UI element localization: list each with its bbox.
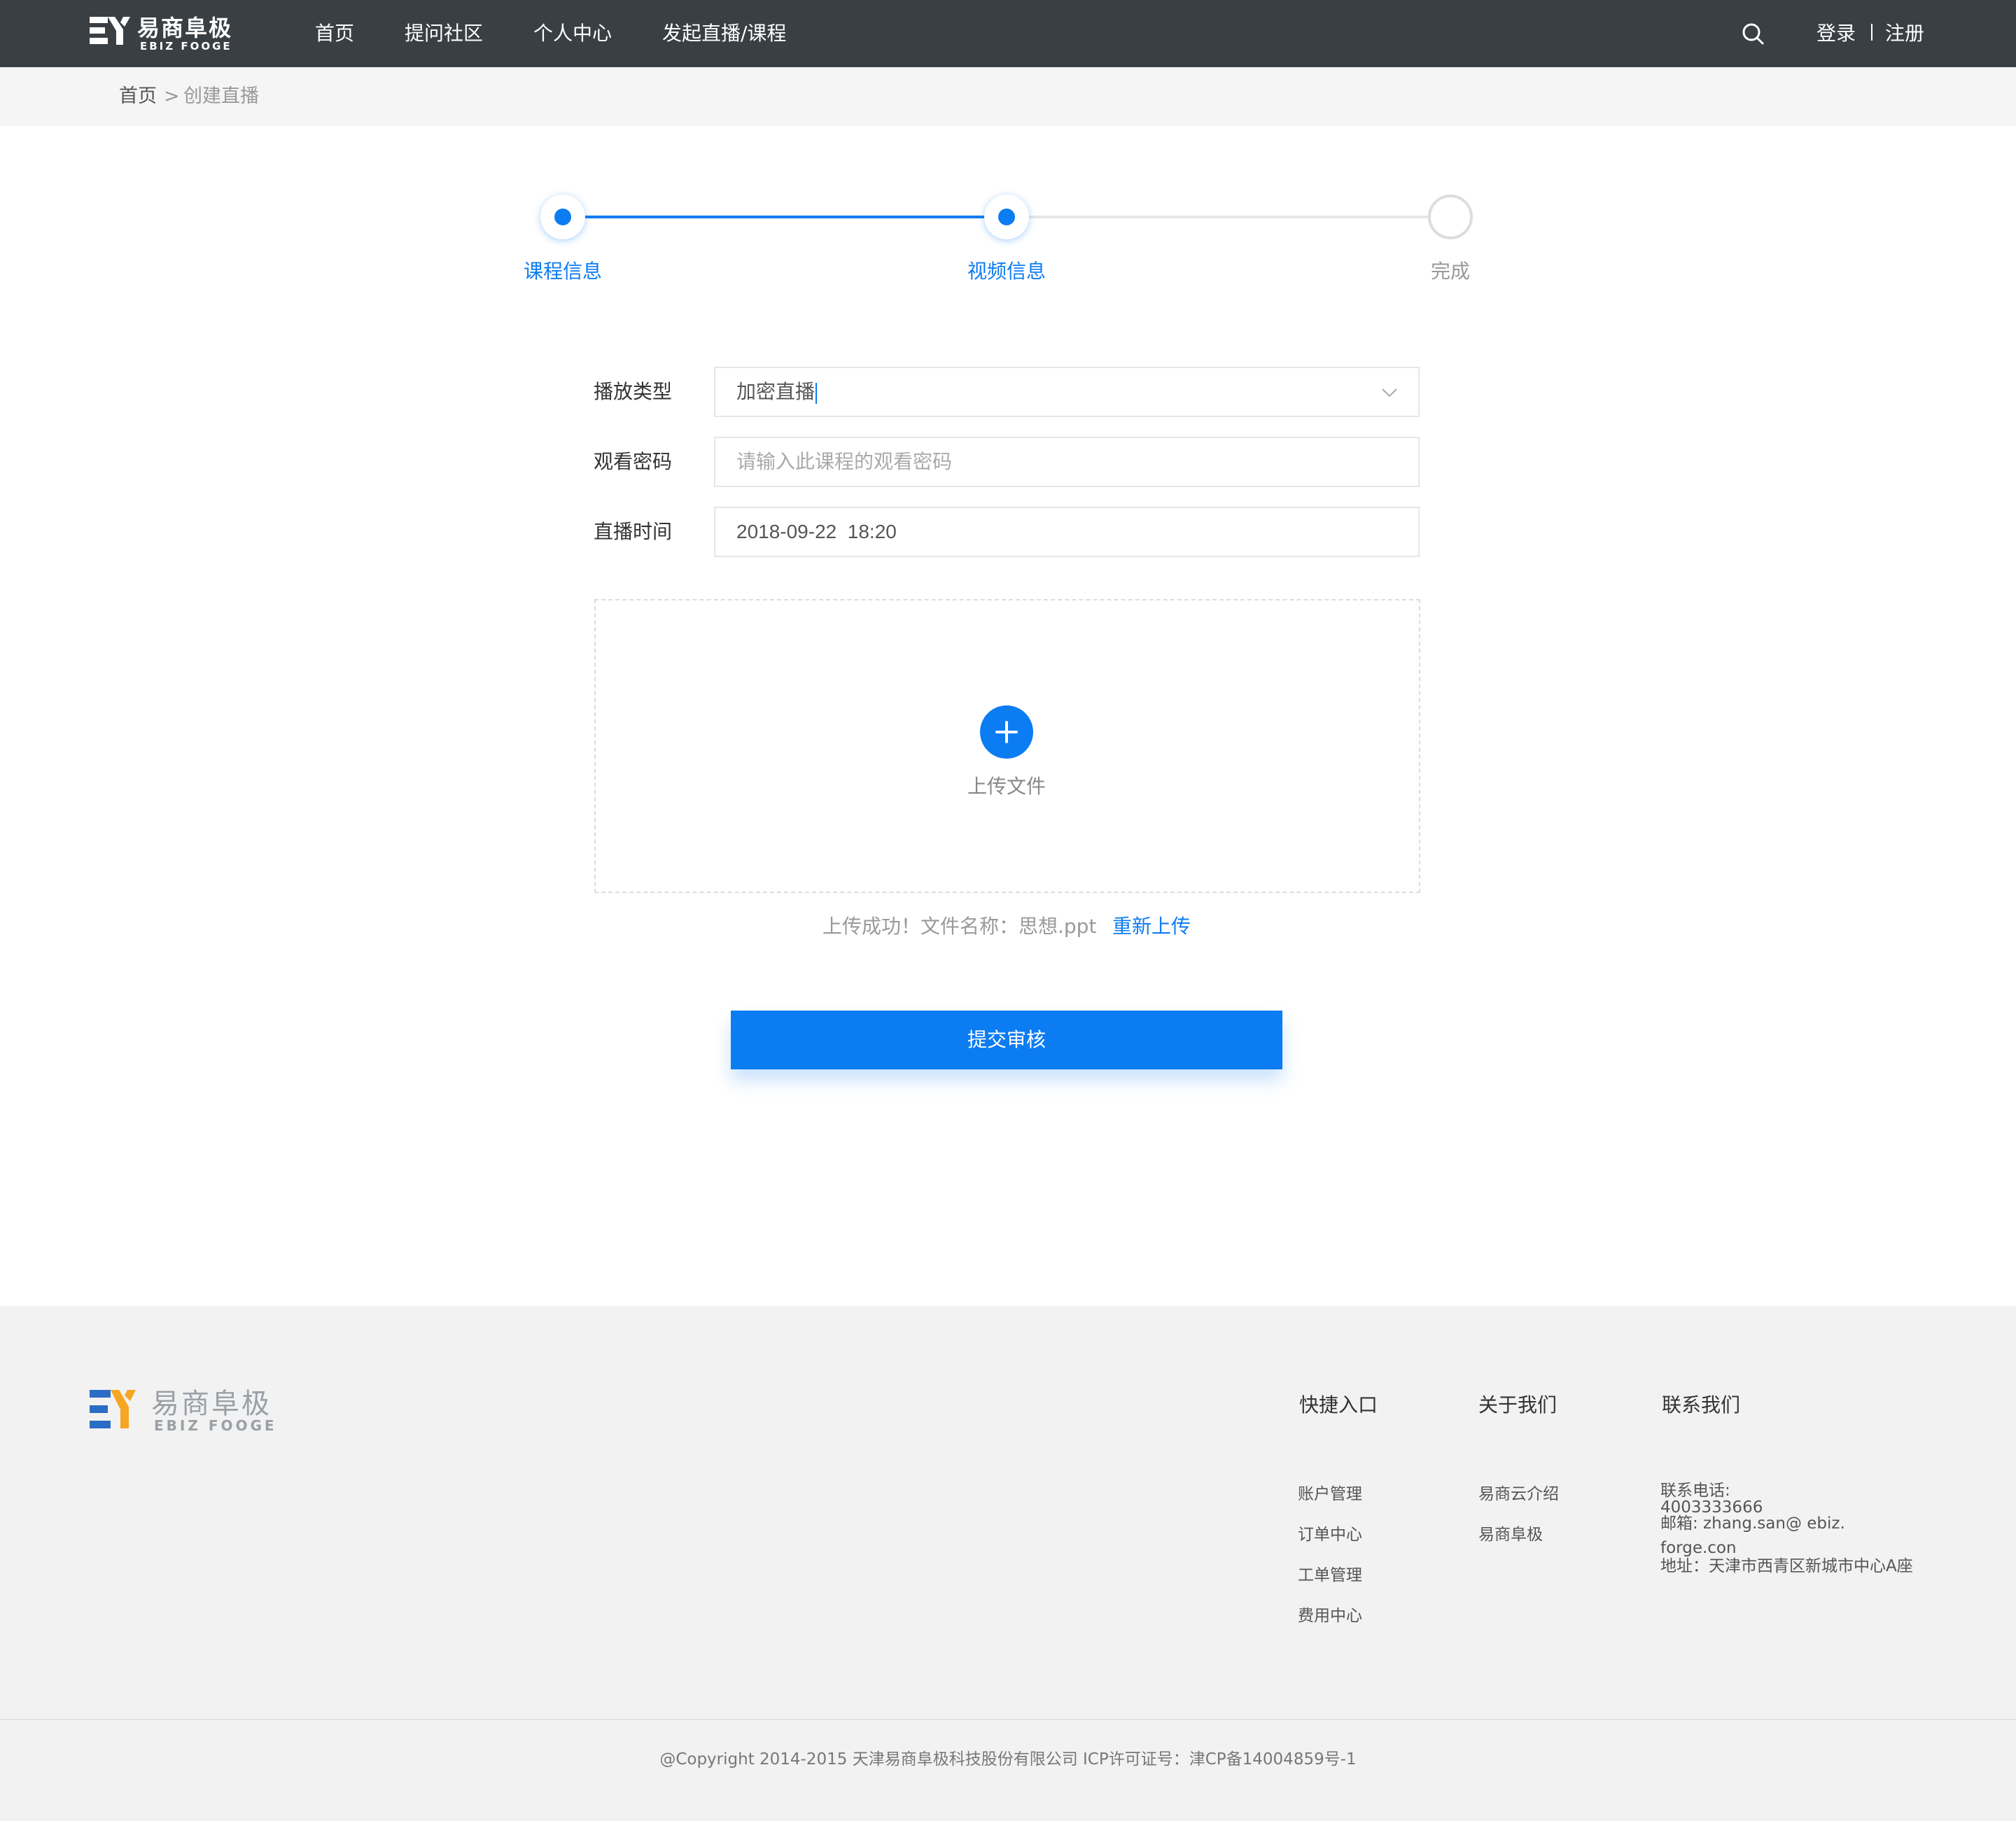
step-3-dot: [1428, 195, 1473, 239]
step-2-dot: [984, 195, 1029, 239]
step-1-dot: [540, 195, 585, 239]
footer-quick-title: 快捷入口: [1299, 1393, 1378, 1416]
step-3-label: 完成: [1430, 260, 1470, 283]
footer-logo-cn: 易商阜极: [151, 1388, 272, 1420]
text-caret: [816, 382, 818, 404]
play-type-value: 加密直播: [736, 381, 816, 402]
breadcrumb-current: 创建直播: [183, 85, 259, 107]
step-2-label: 视频信息: [967, 260, 1046, 283]
footer-contact-title: 联系我们: [1662, 1393, 1741, 1416]
footer-logo-en: EBIZ FOOGE: [154, 1417, 277, 1434]
footer-divider: [0, 1719, 2016, 1720]
password-label: 观看密码: [594, 450, 673, 473]
register-link[interactable]: 注册: [1885, 0, 1924, 67]
header-divider: [1871, 24, 1872, 41]
chevron-down-icon: [1382, 388, 1397, 398]
step-1-label: 课程信息: [523, 260, 602, 283]
upload-label: 上传文件: [967, 775, 1046, 798]
nav-home[interactable]: 首页: [315, 0, 354, 67]
brand-logo[interactable]: 易商阜极 EBIZ FOOGE: [90, 15, 237, 52]
nav-start-live[interactable]: 发起直播/课程: [662, 0, 786, 67]
footer-logo: 易商阜极 EBIZ FOOGE: [90, 1388, 279, 1433]
step-progress-line-done: [563, 216, 1007, 218]
reupload-link[interactable]: 重新上传: [1112, 911, 1191, 939]
copyright: @Copyright 2014-2015 天津易商阜极科技股份有限公司 ICP许…: [659, 1750, 1357, 1769]
live-time-input[interactable]: 2018-09-22 18:20: [714, 507, 1420, 557]
nav-personal-center[interactable]: 个人中心: [533, 0, 612, 67]
play-type-select[interactable]: 加密直播: [714, 367, 1420, 417]
contact-email-line2: forge.con: [1660, 1539, 1737, 1557]
upload-status: 上传成功！文件名称：思想.ppt: [822, 915, 1097, 938]
footer-about-title: 关于我们: [1478, 1393, 1558, 1416]
submit-review-button[interactable]: 提交审核: [731, 1011, 1282, 1069]
contact-phone: 4003333666: [1660, 1498, 1763, 1517]
footer-link-company[interactable]: 易商阜极: [1478, 1521, 1543, 1545]
footer-link-billing[interactable]: 费用中心: [1298, 1602, 1362, 1626]
breadcrumb: [0, 67, 2016, 126]
logo-text-en: EBIZ FOOGE: [140, 40, 232, 52]
login-link[interactable]: 登录: [1816, 0, 1856, 67]
breadcrumb-home[interactable]: 首页: [119, 67, 157, 126]
footer-link-orders[interactable]: 订单中心: [1298, 1521, 1362, 1545]
logo-mark-icon: [90, 1390, 136, 1428]
upload-button[interactable]: [980, 705, 1033, 759]
play-type-label: 播放类型: [594, 380, 673, 403]
step-progress-line-pending: [1007, 216, 1450, 218]
footer-link-account[interactable]: 账户管理: [1298, 1480, 1362, 1504]
logo-text-cn: 易商阜极: [137, 15, 233, 41]
contact-phone-label: 联系电话:: [1660, 1482, 1730, 1500]
password-input[interactable]: 请输入此课程的观看密码: [714, 437, 1420, 487]
contact-email-line1: 邮箱: zhang.san@ ebiz.: [1660, 1514, 1845, 1533]
plus-icon: [995, 721, 1018, 743]
contact-address: 地址：天津市西青区新城市中心A座: [1660, 1557, 1913, 1575]
live-time-label: 直播时间: [594, 520, 673, 543]
nav-community[interactable]: 提问社区: [405, 0, 483, 67]
breadcrumb-separator: >: [164, 85, 180, 107]
top-navbar: [0, 0, 2016, 67]
logo-mark-icon: [90, 17, 130, 45]
footer-link-cloud-intro[interactable]: 易商云介绍: [1478, 1480, 1559, 1504]
footer-link-tickets[interactable]: 工单管理: [1298, 1561, 1362, 1585]
search-icon[interactable]: [1741, 22, 1765, 45]
